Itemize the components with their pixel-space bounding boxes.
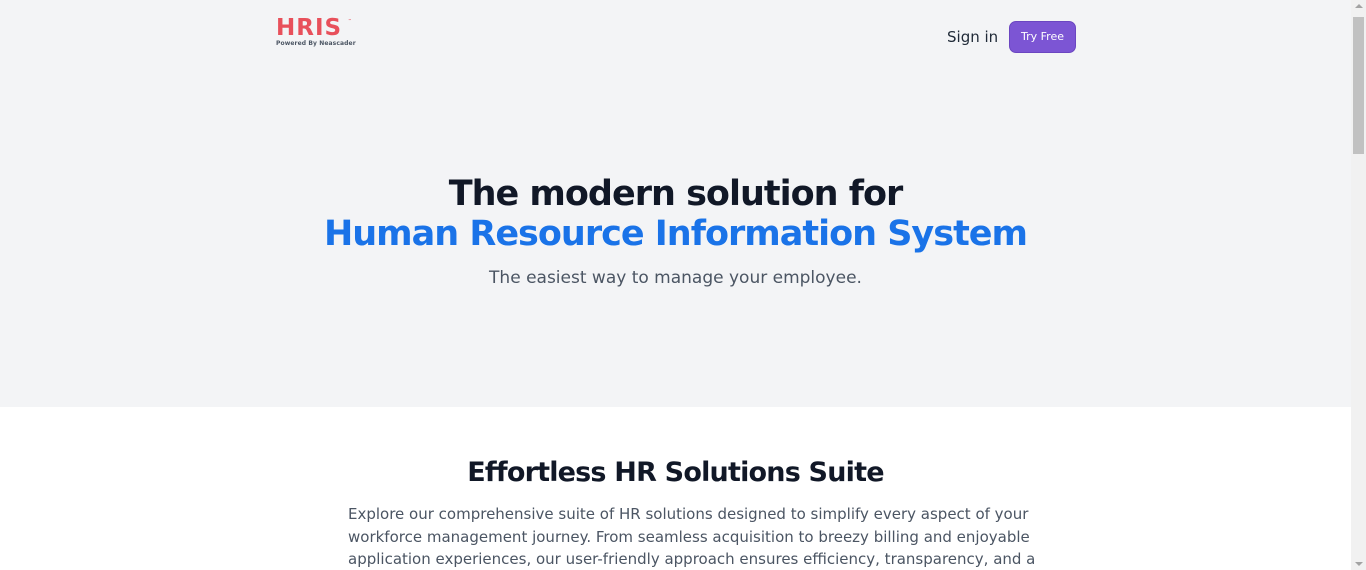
features-description: Explore our comprehensive suite of HR so…: [348, 503, 1036, 570]
features-description-line: application experiences, our user-friend…: [348, 550, 1036, 568]
sign-in-link[interactable]: Sign in: [947, 27, 998, 47]
scroll-down-arrow-icon[interactable]: [1355, 562, 1363, 566]
scroll-up-arrow-icon[interactable]: [1355, 4, 1363, 8]
page: HRIS ™ Powered By Neascader Sign in Try …: [0, 0, 1351, 570]
hris-logo[interactable]: HRIS ™ Powered By Neascader: [276, 16, 356, 50]
logo-wordmark: HRIS: [276, 15, 343, 41]
features-description-line: Explore our comprehensive suite of HR so…: [348, 505, 1029, 523]
features-description-line: workforce management journey. From seaml…: [348, 527, 1030, 546]
vertical-scrollbar[interactable]: [1351, 0, 1366, 570]
hero-subtitle: The easiest way to manage your employee.: [489, 268, 862, 288]
logo-trademark: ™: [348, 18, 352, 23]
scrollbar-thumb[interactable]: [1353, 17, 1364, 154]
hero-title: The modern solution for: [448, 174, 904, 214]
features-title: Effortless HR Solutions Suite: [467, 457, 884, 488]
logo-tagline: Powered By Neascader: [276, 40, 356, 47]
hero-title-accent: Human Resource Information System: [323, 214, 1028, 254]
try-free-button[interactable]: Try Free: [1009, 21, 1076, 53]
hero-section: HRIS ™ Powered By Neascader Sign in Try …: [0, 0, 1351, 407]
